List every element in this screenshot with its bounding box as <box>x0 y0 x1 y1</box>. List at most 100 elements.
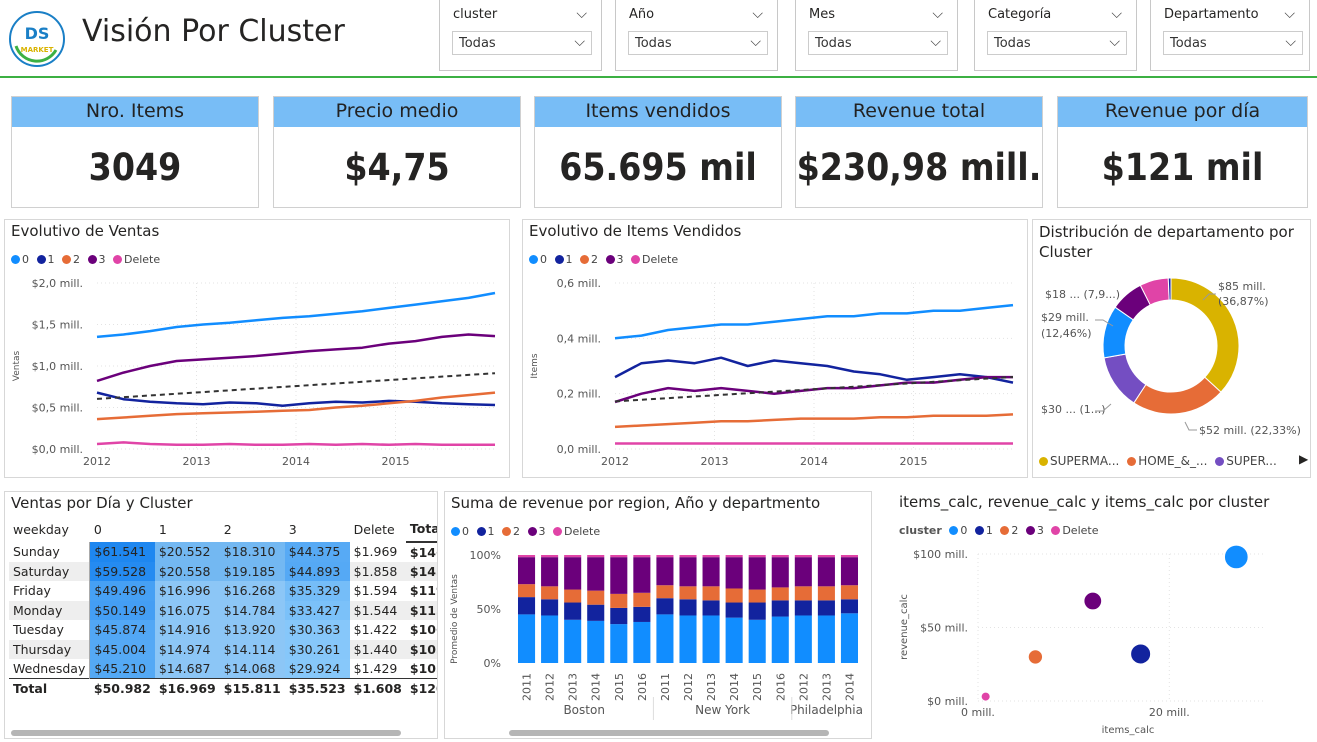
y-tick-label: $1,5 mill. <box>32 319 83 332</box>
x-tick-label: 2013 <box>701 455 729 468</box>
matrix-cell: $44.375 <box>284 542 350 562</box>
chevron-down-icon[interactable]: ⌵ <box>750 34 761 50</box>
matrix-cell: Friday <box>9 581 91 601</box>
chevron-down-icon[interactable]: ⌵ <box>932 6 943 22</box>
slicer-title: cluster <box>453 7 498 22</box>
slicer-dropdown[interactable]: Todas ⌵ <box>808 31 948 55</box>
matrix-header-cell[interactable]: 0 <box>90 516 155 542</box>
chevron-down-icon[interactable]: ⌵ <box>574 34 585 50</box>
matrix-header-cell[interactable]: 2 <box>220 516 285 542</box>
matrix-row[interactable]: Wednesday $45.210 $14.687 $14.068 $29.924 $1.… <box>9 659 437 679</box>
slicer-dropdown[interactable]: Todas ⌵ <box>987 31 1127 55</box>
y-tick-label: $50 mill. <box>920 622 968 635</box>
matrix-cell: Tuesday <box>9 620 91 640</box>
bar-segment-2 <box>517 584 536 598</box>
x-tick-label: 2011 <box>521 673 534 701</box>
matrix-row[interactable]: Tuesday $45.874 $14.916 $13.920 $30.363 $1.42… <box>9 620 437 640</box>
slicer-dropdown[interactable]: Todas ⌵ <box>452 31 592 55</box>
slicer-ano[interactable]: Año ⌵ Todas ⌵ <box>615 0 778 71</box>
donut-label: (36,87%) <box>1218 295 1269 308</box>
slicer-cluster[interactable]: cluster ⌵ Todas ⌵ <box>439 0 602 71</box>
region-label: Boston <box>563 703 604 717</box>
bar-segment-2 <box>840 585 859 600</box>
kpi-card-precio-medio: Precio medio $4,75 <box>273 96 521 208</box>
leader-line <box>1184 421 1197 431</box>
horizontal-scrollbar[interactable] <box>509 730 829 736</box>
chevron-down-icon[interactable]: ⌵ <box>1284 6 1295 22</box>
bar-segment-Delete <box>610 555 628 558</box>
bar-segment-3 <box>725 557 743 589</box>
matrix-header-cell[interactable]: 3 <box>285 516 350 542</box>
slicer-value: Todas <box>635 36 672 51</box>
x-tick-label: 2014 <box>282 455 310 468</box>
matrix-row[interactable]: Friday $49.496 $16.996 $16.268 $35.329 $1.594… <box>9 581 437 601</box>
chevron-down-icon[interactable]: ⌵ <box>752 6 763 22</box>
svg-text:DS: DS <box>25 24 50 43</box>
chevron-down-icon[interactable]: ⌵ <box>1285 34 1296 50</box>
slicer-departamento[interactable]: Departamento ⌵ Todas ⌵ <box>1150 0 1310 71</box>
chart-legend[interactable]: SUPERMA... HOME_&_... SUPER... <box>1039 454 1281 468</box>
matrix-cell: Thursday <box>9 639 91 659</box>
ventas-plot: $0,0 mill. $0,5 mill. $1,0 mill. $1,5 mill.… <box>12 277 496 468</box>
scatter-point-3 <box>1083 591 1103 611</box>
matrix-cell: $146. <box>405 542 437 562</box>
items-plot: 0,0 mill. 0,2 mill. 0,4 mill. 0,6 mill. 2012… <box>530 277 1014 468</box>
bar-segment-3 <box>633 557 651 593</box>
x-tick-label: 2014 <box>800 455 828 468</box>
bar-segment-3 <box>656 557 674 586</box>
x-tick-label: 2011 <box>659 673 672 701</box>
slicer-categoria[interactable]: Categoría ⌵ Todas ⌵ <box>974 0 1137 71</box>
slicer-dropdown[interactable]: Todas ⌵ <box>1163 31 1303 55</box>
revenue-region-stacked-bar[interactable]: Suma de revenue por region, Año y depart… <box>444 491 872 739</box>
slicer-title: Departamento <box>1164 7 1259 22</box>
chevron-down-icon[interactable]: ⌵ <box>1111 6 1122 22</box>
matrix-header-cell[interactable]: Total <box>405 516 437 543</box>
chevron-down-icon[interactable]: ⌵ <box>1109 34 1120 50</box>
kpi-card-revenue-por-dia: Revenue por día $121 mil <box>1057 96 1308 208</box>
matrix-row[interactable]: Sunday $61.541 $20.552 $18.310 $44.375 $1.969… <box>9 542 437 562</box>
bar-segment-1 <box>702 600 720 616</box>
legend-next-icon[interactable]: ▶ <box>1299 452 1308 466</box>
matrix-header-cell[interactable]: Delete <box>350 516 406 542</box>
y-tick-label: 100% <box>470 549 501 562</box>
scatter-point-2 <box>1027 649 1044 665</box>
slicer-dropdown[interactable]: Todas ⌵ <box>628 31 768 55</box>
matrix-row[interactable]: Saturday $59.528 $20.558 $19.185 $44.893 $1.8… <box>9 561 437 581</box>
ventas-dia-cluster-matrix[interactable]: Ventas por Día y Cluster weekday 0 1 2 3 Dele… <box>4 491 438 739</box>
matrix-cell: $19.185 <box>219 561 285 581</box>
matrix-cell: $45.004 <box>89 639 155 659</box>
series-line-Delete <box>96 441 495 447</box>
donut-label: $30 ... (1...) <box>1041 403 1106 416</box>
chevron-down-icon[interactable]: ⌵ <box>930 34 941 50</box>
ventas-line-chart[interactable]: Evolutivo de Ventas 0 1 2 3 Delete $0,0 … <box>4 219 510 478</box>
matrix-header-cell[interactable]: 1 <box>155 516 220 542</box>
items-line-chart[interactable]: Evolutivo de Items Vendidos 0 1 2 3 Dele… <box>522 219 1028 478</box>
matrix-cell: $49.496 <box>89 581 155 601</box>
bar-segment-3 <box>587 557 605 591</box>
bar-segment-3 <box>679 557 697 587</box>
matrix-cell: $1.858 <box>349 561 406 581</box>
page-title: Visión Por Cluster <box>82 14 345 49</box>
matrix-cell: $1.440 <box>349 639 406 659</box>
x-tick-label: 2012 <box>601 455 629 468</box>
x-tick-label: 2015 <box>613 673 626 701</box>
slicer-mes[interactable]: Mes ⌵ Todas ⌵ <box>795 0 958 71</box>
matrix-cell: Sunday <box>9 542 91 562</box>
region-label: New York <box>695 703 750 717</box>
cluster-scatter-chart[interactable]: items_calc, revenue_calc y items_calc po… <box>893 491 1311 739</box>
department-donut-chart[interactable]: Distribución de departamento por Cluster … <box>1032 219 1311 478</box>
matrix-row[interactable]: Monday $50.149 $16.075 $14.784 $33.427 $1.544… <box>9 600 437 620</box>
bar-segment-0 <box>564 619 582 663</box>
chevron-down-icon[interactable]: ⌵ <box>576 6 587 22</box>
bar-segment-3 <box>610 557 628 594</box>
matrix-total-row[interactable]: Total $50.982 $16.969 $15.811 $35.523 $1.608 $… <box>9 678 437 698</box>
matrix-header-cell[interactable]: weekday <box>9 516 90 542</box>
x-tick-label: 2014 <box>590 673 603 701</box>
kpi-label: Nro. Items <box>12 97 258 127</box>
matrix-cell: $45.874 <box>89 620 155 640</box>
horizontal-scrollbar[interactable] <box>11 730 401 736</box>
y-tick-label: 0,6 mill. <box>557 277 601 290</box>
matrix-cell: $13.920 <box>219 620 285 640</box>
matrix-row[interactable]: Thursday $45.004 $14.974 $14.114 $30.261 $1.4… <box>9 639 437 659</box>
matrix-cell: $35.523 <box>284 678 350 698</box>
